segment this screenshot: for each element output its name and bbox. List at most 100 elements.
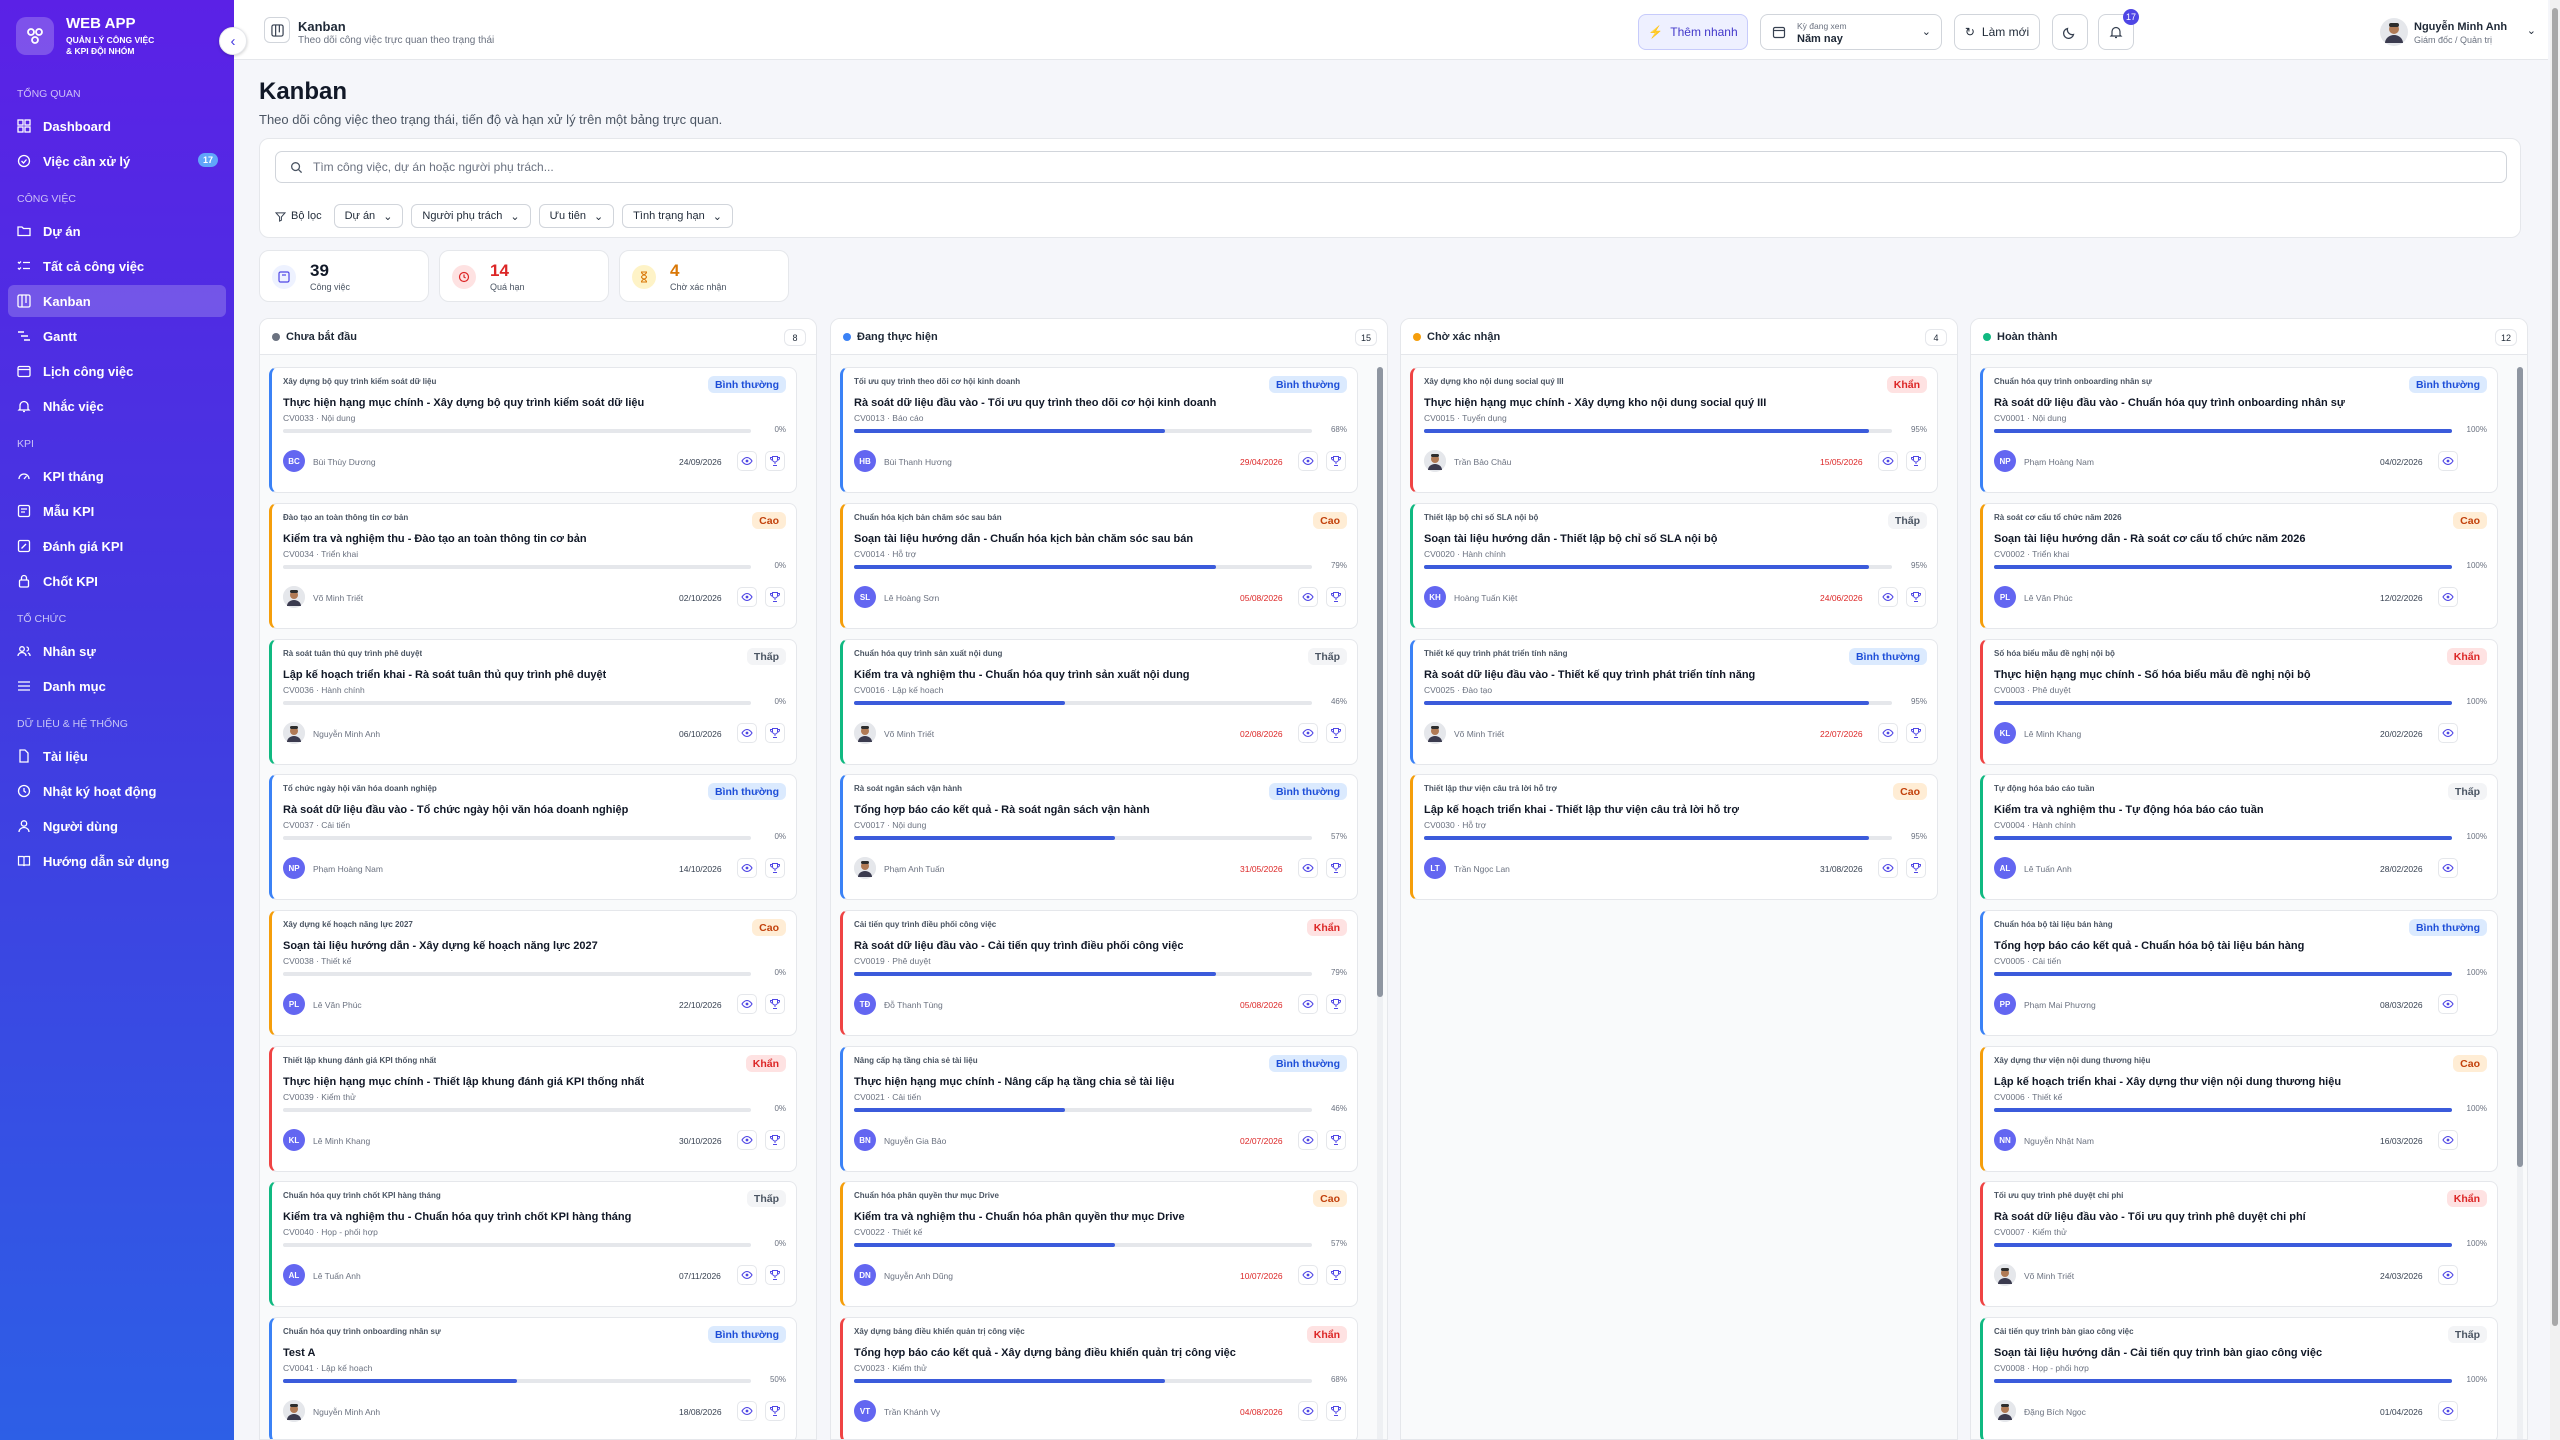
quick-action-button[interactable] xyxy=(1906,451,1926,471)
view-button[interactable] xyxy=(1298,587,1318,607)
sidebar-item-bell[interactable]: Nhắc việc xyxy=(8,390,226,422)
sidebar-item-list-check[interactable]: Tất cả công việc xyxy=(8,250,226,282)
search-input[interactable] xyxy=(313,160,2113,174)
task-card[interactable]: Chuẩn hóa quy trình onboarding nhân sự B… xyxy=(269,1317,797,1439)
page-scrollbar[interactable] xyxy=(2550,0,2560,1440)
task-card[interactable]: Thiết kế quy trình phát triển tính năng … xyxy=(1410,639,1938,765)
view-button[interactable] xyxy=(2438,1401,2458,1421)
task-card[interactable]: Chuẩn hóa quy trình chốt KPI hàng tháng … xyxy=(269,1181,797,1307)
task-card[interactable]: Chuẩn hóa phân quyền thư mục Drive Cao K… xyxy=(840,1181,1358,1307)
column-scrollbar[interactable] xyxy=(1377,367,1383,1439)
search-box[interactable] xyxy=(275,151,2507,183)
sidebar-item-gauge[interactable]: KPI tháng xyxy=(8,460,226,492)
task-card[interactable]: Thiết lập bộ chỉ số SLA nội bộ Thấp Soạn… xyxy=(1410,503,1938,629)
sidebar-item-dashboard[interactable]: Dashboard xyxy=(8,110,226,142)
task-card[interactable]: Nâng cấp hạ tầng chia sẻ tài liệu Bình t… xyxy=(840,1046,1358,1172)
quick-action-button[interactable] xyxy=(765,1130,785,1150)
refresh-button[interactable]: ↻ Làm mới xyxy=(1954,14,2040,50)
view-button[interactable] xyxy=(1878,587,1898,607)
view-button[interactable] xyxy=(1298,1130,1318,1150)
sidebar-item-user[interactable]: Người dùng xyxy=(8,810,226,842)
view-button[interactable] xyxy=(737,723,757,743)
page-scrollbar-thumb[interactable] xyxy=(2552,8,2558,1326)
view-button[interactable] xyxy=(1298,858,1318,878)
quick-action-button[interactable] xyxy=(1326,1265,1346,1285)
view-button[interactable] xyxy=(1298,1401,1318,1421)
task-card[interactable]: Xây dựng bảng điều khiển quản trị công v… xyxy=(840,1317,1358,1439)
sidebar-item-book[interactable]: Hướng dẫn sử dụng xyxy=(8,845,226,877)
quick-action-button[interactable] xyxy=(1326,587,1346,607)
task-card[interactable]: Cải tiến quy trình điều phối công việc K… xyxy=(840,910,1358,1036)
task-card[interactable]: Chuẩn hóa kịch bản chăm sóc sau bán Cao … xyxy=(840,503,1358,629)
quick-action-button[interactable] xyxy=(1906,587,1926,607)
sidebar-item-gantt[interactable]: Gantt xyxy=(8,320,226,352)
task-card[interactable]: Rà soát tuân thủ quy trình phê duyệt Thấ… xyxy=(269,639,797,765)
task-card[interactable]: Chuẩn hóa quy trình sản xuất nội dung Th… xyxy=(840,639,1358,765)
sidebar-item-folder[interactable]: Dự án xyxy=(8,215,226,247)
task-card[interactable]: Xây dựng kế hoạch năng lực 2027 Cao Soạn… xyxy=(269,910,797,1036)
quick-action-button[interactable] xyxy=(765,451,785,471)
task-card[interactable]: Xây dựng bộ quy trình kiểm soát dữ liệu … xyxy=(269,367,797,493)
task-card[interactable]: Tự động hóa báo cáo tuần Thấp Kiểm tra v… xyxy=(1980,774,2498,900)
view-button[interactable] xyxy=(1298,1265,1318,1285)
task-card[interactable]: Chuẩn hóa quy trình onboarding nhân sự B… xyxy=(1980,367,2498,493)
task-card[interactable]: Xây dựng thư viện nội dung thương hiệu C… xyxy=(1980,1046,2498,1172)
quick-action-button[interactable] xyxy=(1326,1130,1346,1150)
quick-add-button[interactable]: ⚡ Thêm nhanh xyxy=(1638,14,1748,50)
view-button[interactable] xyxy=(737,994,757,1014)
view-button[interactable] xyxy=(737,1130,757,1150)
view-button[interactable] xyxy=(1298,994,1318,1014)
period-select[interactable]: Kỳ đang xem Năm nay ⌄ xyxy=(1760,14,1942,50)
column-scrollbar[interactable] xyxy=(2517,367,2523,1439)
sidebar-item-category[interactable]: Danh mục xyxy=(8,670,226,702)
task-card[interactable]: Thiết lập khung đánh giá KPI thống nhất … xyxy=(269,1046,797,1172)
view-button[interactable] xyxy=(2438,451,2458,471)
notification-button[interactable]: 17 xyxy=(2098,9,2139,50)
view-button[interactable] xyxy=(737,451,757,471)
task-card[interactable]: Tối ưu quy trình theo dõi cơ hội kinh do… xyxy=(840,367,1358,493)
view-button[interactable] xyxy=(1298,723,1318,743)
view-button[interactable] xyxy=(1878,451,1898,471)
quick-action-button[interactable] xyxy=(765,1401,785,1421)
quick-action-button[interactable] xyxy=(765,994,785,1014)
task-card[interactable]: Xây dựng kho nội dung social quý III Khẩ… xyxy=(1410,367,1938,493)
sidebar-item-kanban[interactable]: Kanban xyxy=(8,285,226,317)
sidebar-item-template[interactable]: Mẫu KPI xyxy=(8,495,226,527)
filter-assignee-dropdown[interactable]: Người phụ trách ⌄ xyxy=(411,204,531,228)
sidebar-item-history[interactable]: Nhật ký hoạt động xyxy=(8,775,226,807)
quick-action-button[interactable] xyxy=(1326,1401,1346,1421)
quick-action-button[interactable] xyxy=(765,723,785,743)
view-button[interactable] xyxy=(2438,994,2458,1014)
column-scrollbar-thumb[interactable] xyxy=(2517,367,2523,1167)
view-button[interactable] xyxy=(1878,858,1898,878)
sidebar-item-lock[interactable]: Chốt KPI xyxy=(8,565,226,597)
task-card[interactable]: Tổ chức ngày hội văn hóa doanh nghiệp Bì… xyxy=(269,774,797,900)
sidebar-collapse-button[interactable]: ‹ xyxy=(219,27,247,55)
quick-action-button[interactable] xyxy=(1326,858,1346,878)
view-button[interactable] xyxy=(1298,451,1318,471)
view-button[interactable] xyxy=(737,1265,757,1285)
quick-action-button[interactable] xyxy=(765,858,785,878)
task-card[interactable]: Rà soát cơ cấu tổ chức năm 2026 Cao Soạn… xyxy=(1980,503,2498,629)
quick-action-button[interactable] xyxy=(1326,723,1346,743)
view-button[interactable] xyxy=(737,858,757,878)
view-button[interactable] xyxy=(737,1401,757,1421)
quick-action-button[interactable] xyxy=(1326,451,1346,471)
view-button[interactable] xyxy=(2438,723,2458,743)
view-button[interactable] xyxy=(2438,1130,2458,1150)
view-button[interactable] xyxy=(2438,858,2458,878)
sidebar-item-calendar[interactable]: Lịch công việc xyxy=(8,355,226,387)
column-scrollbar-thumb[interactable] xyxy=(1377,367,1383,997)
quick-action-button[interactable] xyxy=(1906,723,1926,743)
filter-project-dropdown[interactable]: Dự án ⌄ xyxy=(333,204,404,228)
user-menu[interactable]: Nguyễn Minh Anh Giám đốc / Quản trị ⌄ xyxy=(2376,16,2536,48)
task-card[interactable]: Thiết lập thư viện câu trả lời hỗ trợ Ca… xyxy=(1410,774,1938,900)
task-card[interactable]: Tối ưu quy trình phê duyệt chi phí Khẩn … xyxy=(1980,1181,2498,1307)
sidebar-item-edit[interactable]: Đánh giá KPI xyxy=(8,530,226,562)
quick-action-button[interactable] xyxy=(765,587,785,607)
quick-action-button[interactable] xyxy=(1326,994,1346,1014)
sidebar-item-users[interactable]: Nhân sự xyxy=(8,635,226,667)
task-card[interactable]: Chuẩn hóa bộ tài liệu bán hàng Bình thườ… xyxy=(1980,910,2498,1036)
filter-deadline-dropdown[interactable]: Tình trạng hạn ⌄ xyxy=(622,204,733,228)
view-button[interactable] xyxy=(2438,587,2458,607)
